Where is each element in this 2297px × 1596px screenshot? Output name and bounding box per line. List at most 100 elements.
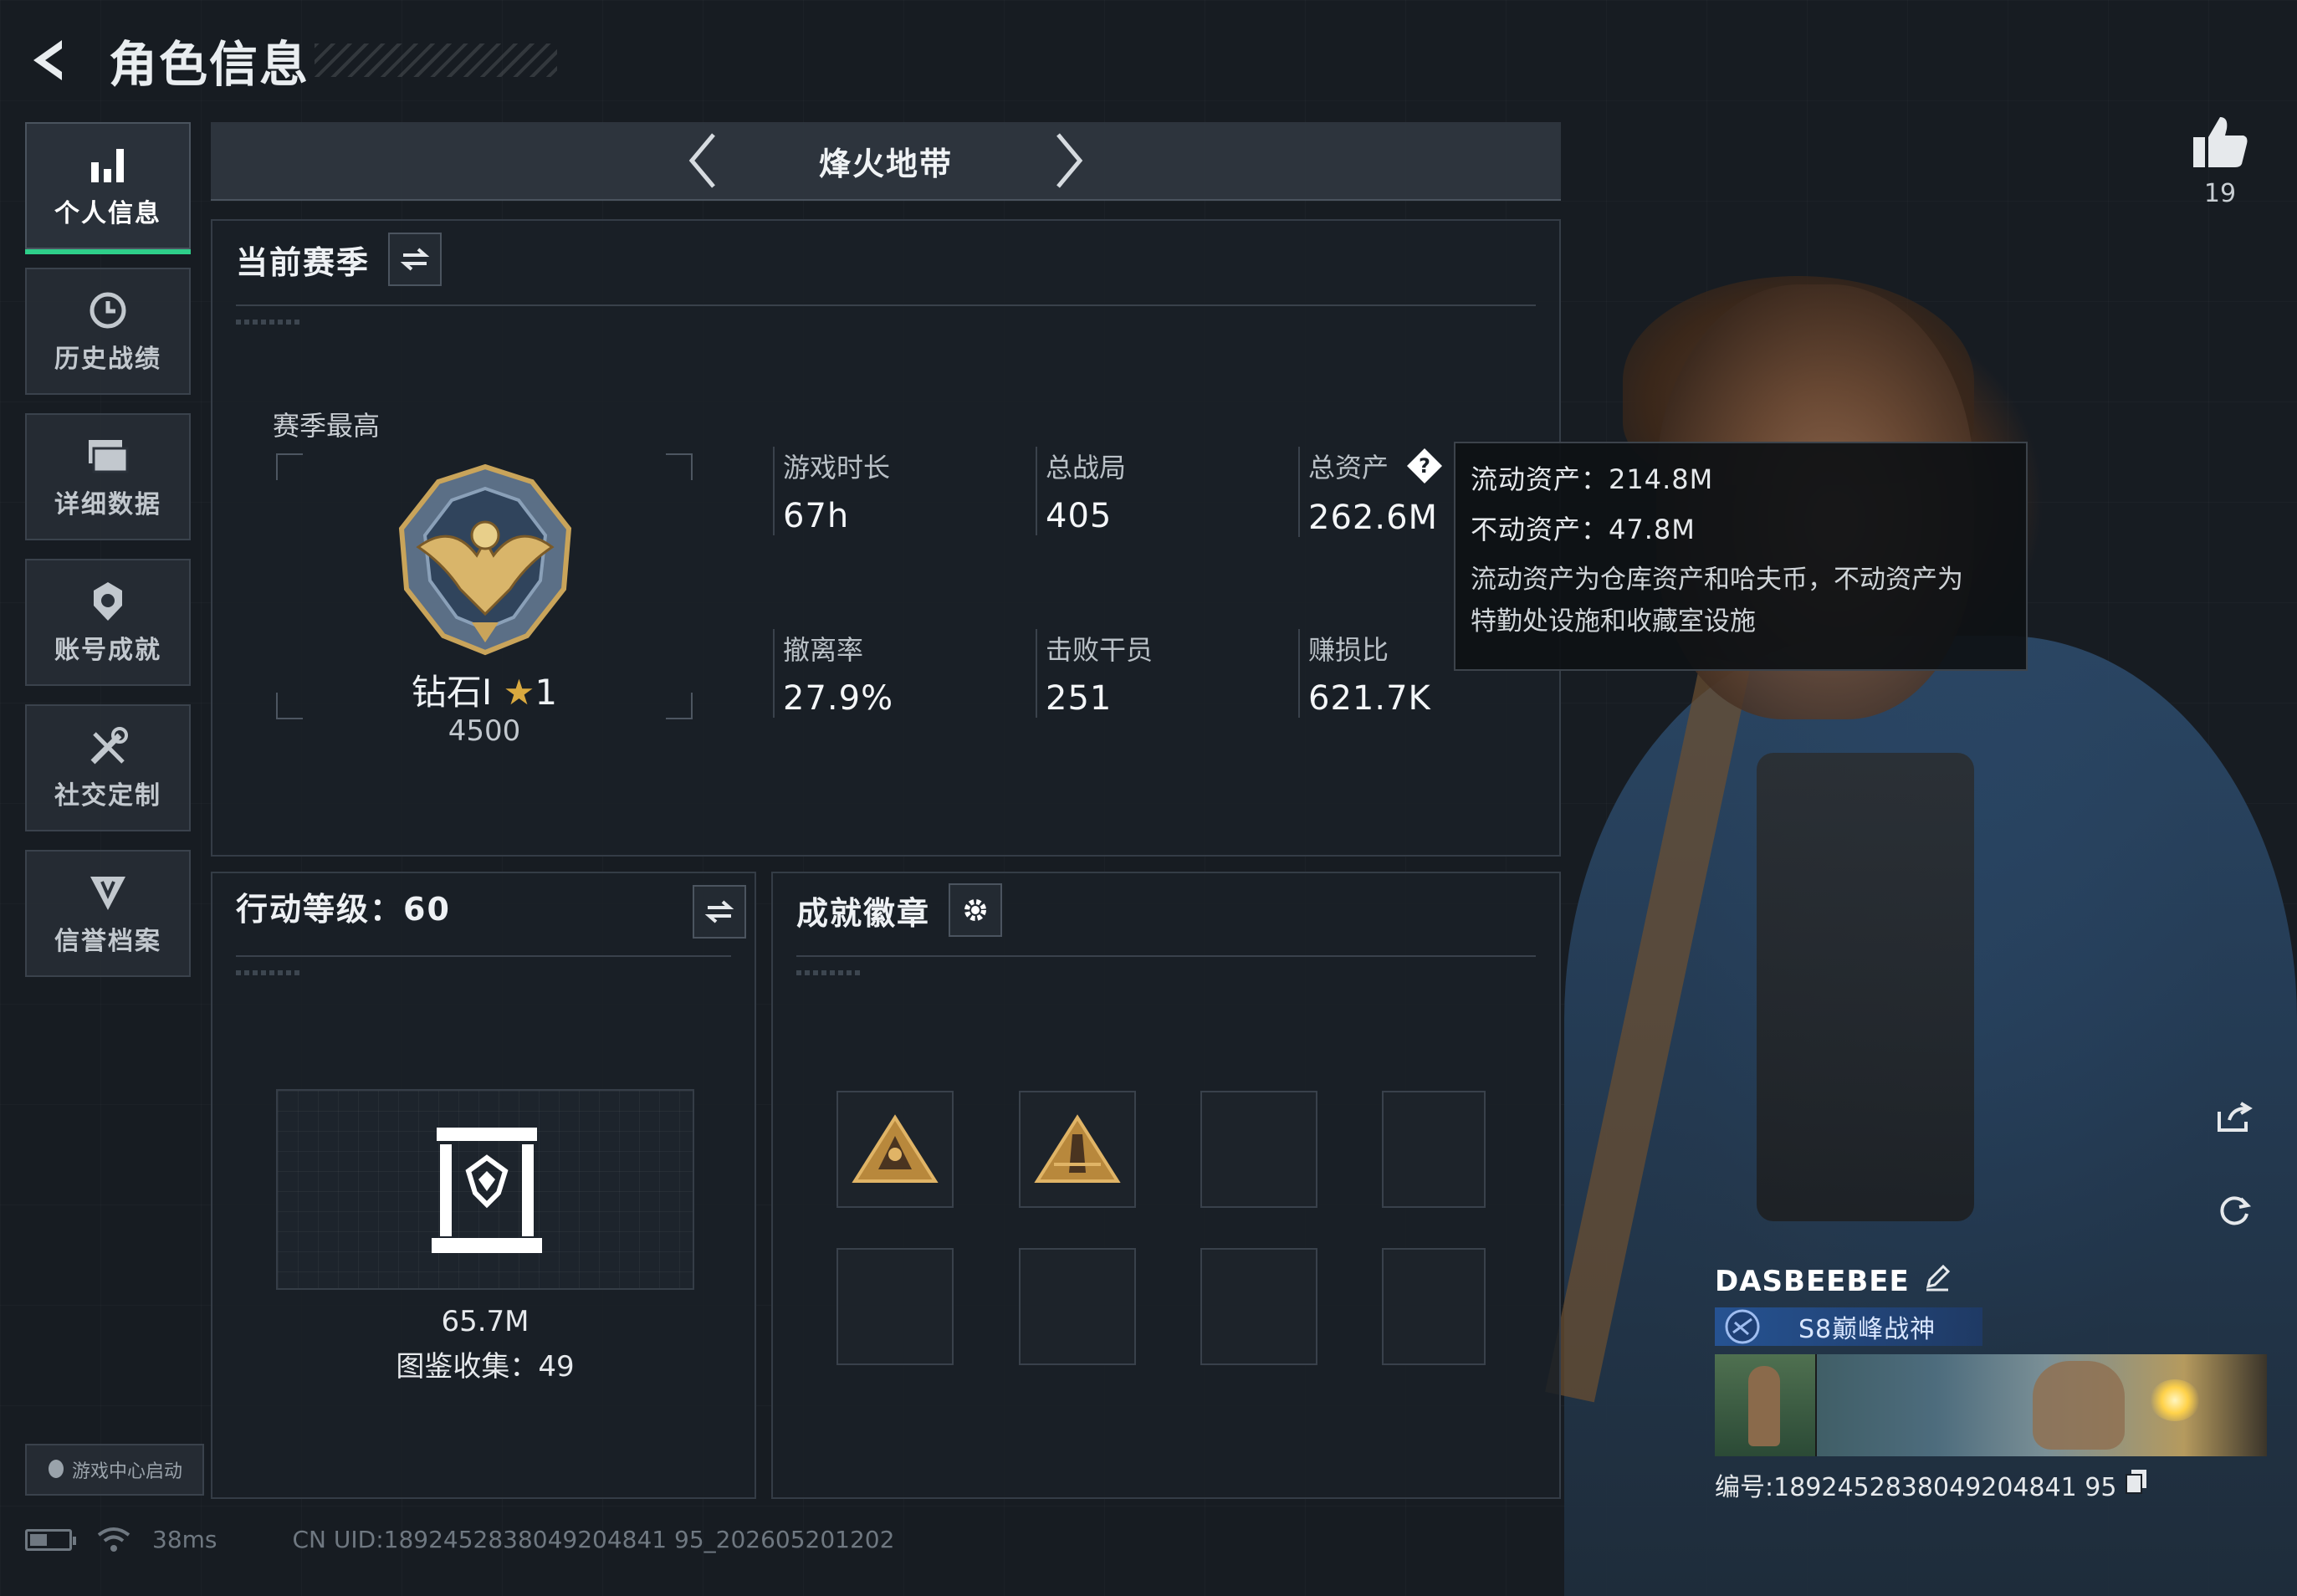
share-button[interactable] [2208, 1091, 2260, 1143]
edit-name-button[interactable] [1923, 1263, 1952, 1299]
player-banner[interactable] [1715, 1354, 2267, 1456]
badges-settings-button[interactable] [949, 883, 1003, 937]
level-switch-button[interactable] [693, 885, 746, 939]
tooltip-fixed-assets: 不动资产：47.8M [1471, 514, 1696, 545]
stat-kills: 击败干员 251 [1036, 629, 1153, 718]
badge-slot-empty[interactable] [1019, 1248, 1136, 1365]
season-switch-button[interactable] [388, 233, 443, 286]
game-center-button[interactable]: 游戏中心启动 [25, 1444, 204, 1496]
season-best-label: 赛季最高 [273, 410, 381, 442]
sidebar-item-credit[interactable]: 信誉档案 [25, 850, 191, 977]
page-title: 角色信息 [109, 36, 310, 93]
wifi-icon [97, 1527, 130, 1552]
player-title: S8巅峰战神 [1798, 1315, 1936, 1344]
uid-text: CN UID:1892452838049204841 95_2026052012… [292, 1526, 895, 1553]
action-level-title: 行动等级：60 [236, 891, 451, 928]
divider-accent [236, 320, 303, 325]
sidebar: 个人信息 历史战绩 详细数据 账号成就 社交定制 信誉档案 [25, 122, 191, 995]
tooltip-description: 流动资产为仓库资产和哈夫币，不动资产为 特勤处设施和收藏室设施 [1471, 559, 2011, 642]
sidebar-item-achievements[interactable]: 账号成就 [25, 559, 191, 686]
sidebar-item-detailed-data[interactable]: 详细数据 [25, 413, 191, 540]
badge-slot-empty[interactable] [1382, 1248, 1486, 1365]
sidebar-item-history[interactable]: 历史战绩 [25, 268, 191, 395]
game-center-label: 游戏中心启动 [71, 1461, 182, 1482]
rank-tier: 钻石Ⅰ [411, 672, 493, 713]
player-name-row: DASBEEBEE [1715, 1263, 2267, 1299]
player-id-row: 编号:1892452838049204841 95 [1715, 1466, 2267, 1503]
stat-label: 游戏时长 [783, 452, 891, 483]
rank-stars: 1 [535, 672, 558, 713]
sidebar-item-personal-info[interactable]: 个人信息 [25, 122, 191, 254]
help-icon[interactable]: ? [1405, 447, 1444, 492]
sidebar-item-label: 详细数据 [54, 490, 161, 519]
character-gear [1757, 753, 1974, 1221]
like-count: 19 [2203, 179, 2237, 208]
badge-slot[interactable] [836, 1091, 954, 1208]
pencil-icon [1926, 1264, 1950, 1292]
copy-id-button[interactable] [2125, 1468, 2148, 1501]
action-level-header: 行动等级：60 [236, 883, 451, 929]
rank-name: 钻石Ⅰ ★1 [346, 664, 622, 715]
bar-chart-icon [88, 142, 128, 187]
divider-accent [796, 970, 863, 975]
share-icon [2218, 1102, 2253, 1132]
sidebar-item-social[interactable]: 社交定制 [25, 704, 191, 831]
divider-accent [236, 970, 303, 975]
chevron-left-icon [688, 133, 715, 188]
stat-label-text: 总资产 [1308, 452, 1389, 483]
badge-rank-icon [1034, 1114, 1121, 1183]
title-decoration [315, 43, 558, 77]
prev-mode-button[interactable] [677, 127, 727, 194]
shield-icon [87, 870, 129, 915]
svg-text:?: ? [1419, 454, 1430, 478]
achievement-icon [87, 579, 129, 624]
header: 角色信息 [25, 25, 558, 95]
badge-slot-empty[interactable] [1200, 1248, 1317, 1365]
clock-icon [87, 288, 129, 333]
penguin-icon [48, 1460, 64, 1478]
ping-value: 38ms [152, 1526, 217, 1553]
sidebar-item-label: 个人信息 [54, 199, 161, 228]
season-title: 当前赛季 [236, 243, 371, 281]
badges-title: 成就徽章 [796, 894, 931, 932]
tooltip-desc-line: 流动资产为仓库资产和哈夫币，不动资产为 [1471, 565, 1963, 595]
battery-icon [25, 1528, 76, 1551]
player-id: 编号:1892452838049204841 95 [1715, 1473, 2117, 1502]
sidebar-item-label: 社交定制 [54, 781, 161, 811]
status-bar: 38ms CN UID:1892452838049204841 95_20260… [25, 1526, 894, 1553]
stat-value: 67h [783, 497, 850, 535]
folder-icon [85, 433, 130, 478]
showcase-pedestal-icon [432, 1128, 542, 1253]
badges-header: 成就徽章 [796, 883, 1003, 937]
stat-label: 撤离率 [783, 634, 864, 666]
swap-icon [400, 248, 430, 271]
next-mode-button[interactable] [1045, 127, 1095, 194]
collection-showcase[interactable] [276, 1089, 694, 1290]
badge-slot-empty[interactable] [1200, 1091, 1317, 1208]
like-button[interactable]: 19 [2187, 114, 2254, 208]
stat-total-assets: 总资产 ? 262.6M [1298, 447, 1444, 537]
sidebar-item-label: 信誉档案 [54, 927, 161, 956]
stat-play-time: 游戏时长 67h [773, 447, 890, 535]
divider [796, 955, 1536, 957]
banner-figure [2033, 1361, 2125, 1450]
badge-slot[interactable] [1019, 1091, 1136, 1208]
stat-value: 621.7K [1308, 679, 1431, 718]
badge-rank-icon [852, 1114, 939, 1183]
mode-selector: 烽火地带 [211, 122, 1561, 201]
rotate-button[interactable] [2208, 1184, 2260, 1236]
season-header: 当前赛季 [236, 233, 443, 286]
player-name: DASBEEBEE [1715, 1264, 1910, 1298]
stat-value: 251 [1046, 679, 1113, 718]
season-panel: 当前赛季 赛季最高 钻石Ⅰ ★1 4500 游戏时长 67h 总战局 405 总… [211, 219, 1561, 857]
assets-tooltip: 流动资产：214.8M 不动资产：47.8M 流动资产为仓库资产和哈夫币，不动资… [1454, 442, 2028, 671]
badge-slot-empty[interactable] [836, 1248, 954, 1365]
title-emblem-icon [1725, 1309, 1760, 1344]
sidebar-item-label: 账号成就 [54, 636, 161, 665]
player-title-badge[interactable]: S8巅峰战神 [1715, 1307, 1982, 1346]
badge-slot-empty[interactable] [1382, 1091, 1486, 1208]
stat-value: 262.6M [1308, 499, 1439, 537]
back-arrow-icon[interactable] [25, 35, 75, 85]
stat-value: 27.9% [783, 679, 894, 718]
banner-thumbnail [1715, 1354, 1817, 1456]
